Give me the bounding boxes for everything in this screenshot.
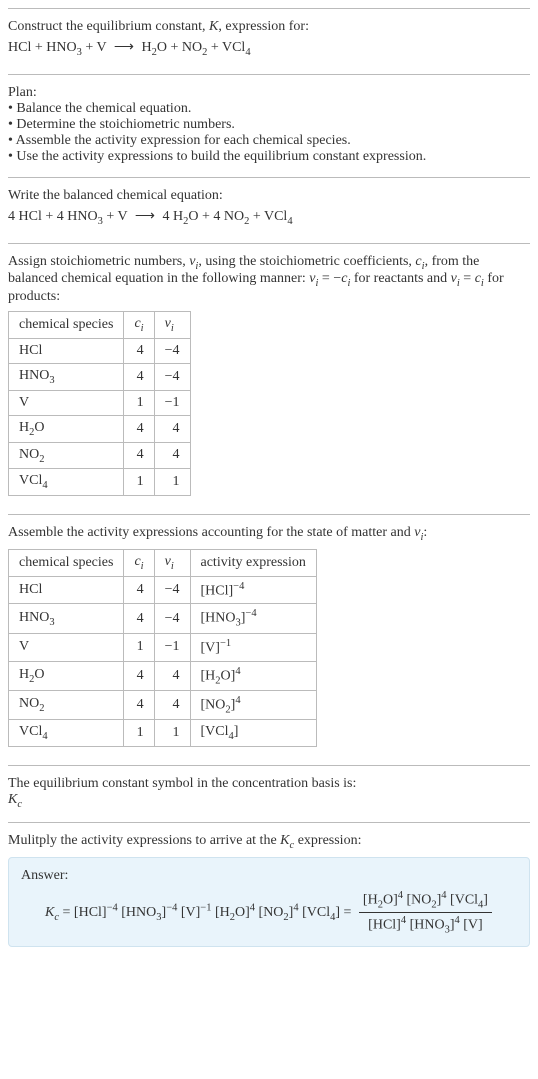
plan-title: Plan: bbox=[8, 85, 530, 101]
table-row: VCl411[VCl4] bbox=[9, 720, 317, 747]
kc-expression: Kc = [HCl]−4 [HNO3]−4 [V]−1 [H2O]4 [NO2]… bbox=[45, 890, 517, 936]
plan-item: • Determine the stoichiometric numbers. bbox=[8, 117, 530, 133]
table-row: HNO34−4[HNO3]−4 bbox=[9, 604, 317, 633]
table-header-row: chemical species ci νi bbox=[9, 312, 191, 339]
reactant: V bbox=[97, 40, 107, 55]
col-ci: ci bbox=[124, 549, 154, 576]
table-row: HNO34−4 bbox=[9, 363, 191, 390]
balanced-section: Write the balanced chemical equation: 4 … bbox=[8, 177, 530, 243]
answer-section: Mulitply the activity expressions to arr… bbox=[8, 822, 530, 959]
product: NO2 bbox=[182, 40, 207, 55]
reactant: HNO3 bbox=[46, 40, 82, 55]
term: [VCl4] bbox=[302, 905, 340, 920]
kc-symbol: Kc bbox=[8, 792, 530, 810]
stoich-section: Assign stoichiometric numbers, νi, using… bbox=[8, 243, 530, 515]
col-ci: ci bbox=[124, 312, 154, 339]
plan-item: • Balance the chemical equation. bbox=[8, 101, 530, 117]
table-row: VCl411 bbox=[9, 469, 191, 496]
term: [V]−1 bbox=[181, 905, 212, 920]
col-species: chemical species bbox=[9, 549, 124, 576]
construct-prefix: Construct the equilibrium constant, bbox=[8, 19, 209, 34]
activity-table: chemical species ci νi activity expressi… bbox=[8, 549, 317, 747]
product: VCl4 bbox=[222, 40, 251, 55]
term: [HCl]−4 bbox=[74, 905, 118, 920]
product: 4 H2O bbox=[162, 209, 198, 224]
answer-label: Answer: bbox=[21, 868, 517, 884]
fraction-denominator: [HCl]4 [HNO3]4 [V] bbox=[359, 913, 492, 935]
k-symbol: K bbox=[209, 19, 218, 34]
table-row: H2O44 bbox=[9, 415, 191, 442]
product: 4 NO2 bbox=[213, 209, 249, 224]
col-species: chemical species bbox=[9, 312, 124, 339]
plan-section: Plan: • Balance the chemical equation. •… bbox=[8, 74, 530, 177]
arrow-icon: ⟶ bbox=[110, 40, 138, 55]
product: H2O bbox=[141, 40, 167, 55]
plan-item: • Assemble the activity expression for e… bbox=[8, 133, 530, 149]
table-row: HCl4−4 bbox=[9, 338, 191, 363]
table-row: V1−1 bbox=[9, 390, 191, 415]
table-header-row: chemical species ci νi activity expressi… bbox=[9, 549, 317, 576]
activity-section: Assemble the activity expressions accoun… bbox=[8, 514, 530, 765]
balanced-equation: 4 HCl + 4 HNO3 + V ⟶ 4 H2O + 4 NO2 + VCl… bbox=[8, 208, 530, 227]
activity-intro: Assemble the activity expressions accoun… bbox=[8, 525, 530, 543]
table-row: H2O44[H2O]4 bbox=[9, 661, 317, 690]
kc-symbol-line: The equilibrium constant symbol in the c… bbox=[8, 776, 530, 792]
table-row: HCl4−4[HCl]−4 bbox=[9, 576, 317, 604]
kc-symbol-section: The equilibrium constant symbol in the c… bbox=[8, 765, 530, 822]
arrow-icon: ⟶ bbox=[131, 209, 159, 224]
col-activity: activity expression bbox=[190, 549, 316, 576]
balanced-intro: Write the balanced chemical equation: bbox=[8, 188, 530, 204]
col-nui: νi bbox=[154, 312, 190, 339]
multiply-intro: Mulitply the activity expressions to arr… bbox=[8, 833, 530, 851]
term: [NO2]4 bbox=[259, 905, 299, 920]
construct-line: Construct the equilibrium constant, K, e… bbox=[8, 19, 530, 35]
unbalanced-equation: HCl + HNO3 + V ⟶ H2O + NO2 + VCl4 bbox=[8, 39, 530, 58]
stoich-table: chemical species ci νi HCl4−4 HNO34−4 V1… bbox=[8, 311, 191, 496]
plan-item: • Use the activity expressions to build … bbox=[8, 149, 530, 165]
product: VCl4 bbox=[264, 209, 293, 224]
term: [H2O]4 bbox=[215, 905, 255, 920]
term: [HNO3]−4 bbox=[121, 905, 177, 920]
col-nui: νi bbox=[154, 549, 190, 576]
table-row: NO244[NO2]4 bbox=[9, 690, 317, 719]
table-row: V1−1[V]−1 bbox=[9, 633, 317, 661]
reactant: 4 HNO3 bbox=[57, 209, 103, 224]
fraction-numerator: [H2O]4 [NO2]4 [VCl4] bbox=[359, 890, 492, 913]
construct-suffix: , expression for: bbox=[218, 19, 309, 34]
reactant: V bbox=[118, 209, 128, 224]
header-section: Construct the equilibrium constant, K, e… bbox=[8, 8, 530, 74]
stoich-intro: Assign stoichiometric numbers, νi, using… bbox=[8, 254, 530, 306]
fraction: [H2O]4 [NO2]4 [VCl4] [HCl]4 [HNO3]4 [V] bbox=[359, 890, 492, 936]
reactant: 4 HCl bbox=[8, 209, 42, 224]
answer-box: Answer: Kc = [HCl]−4 [HNO3]−4 [V]−1 [H2O… bbox=[8, 857, 530, 947]
reactant: HCl bbox=[8, 40, 31, 55]
table-row: NO244 bbox=[9, 442, 191, 469]
